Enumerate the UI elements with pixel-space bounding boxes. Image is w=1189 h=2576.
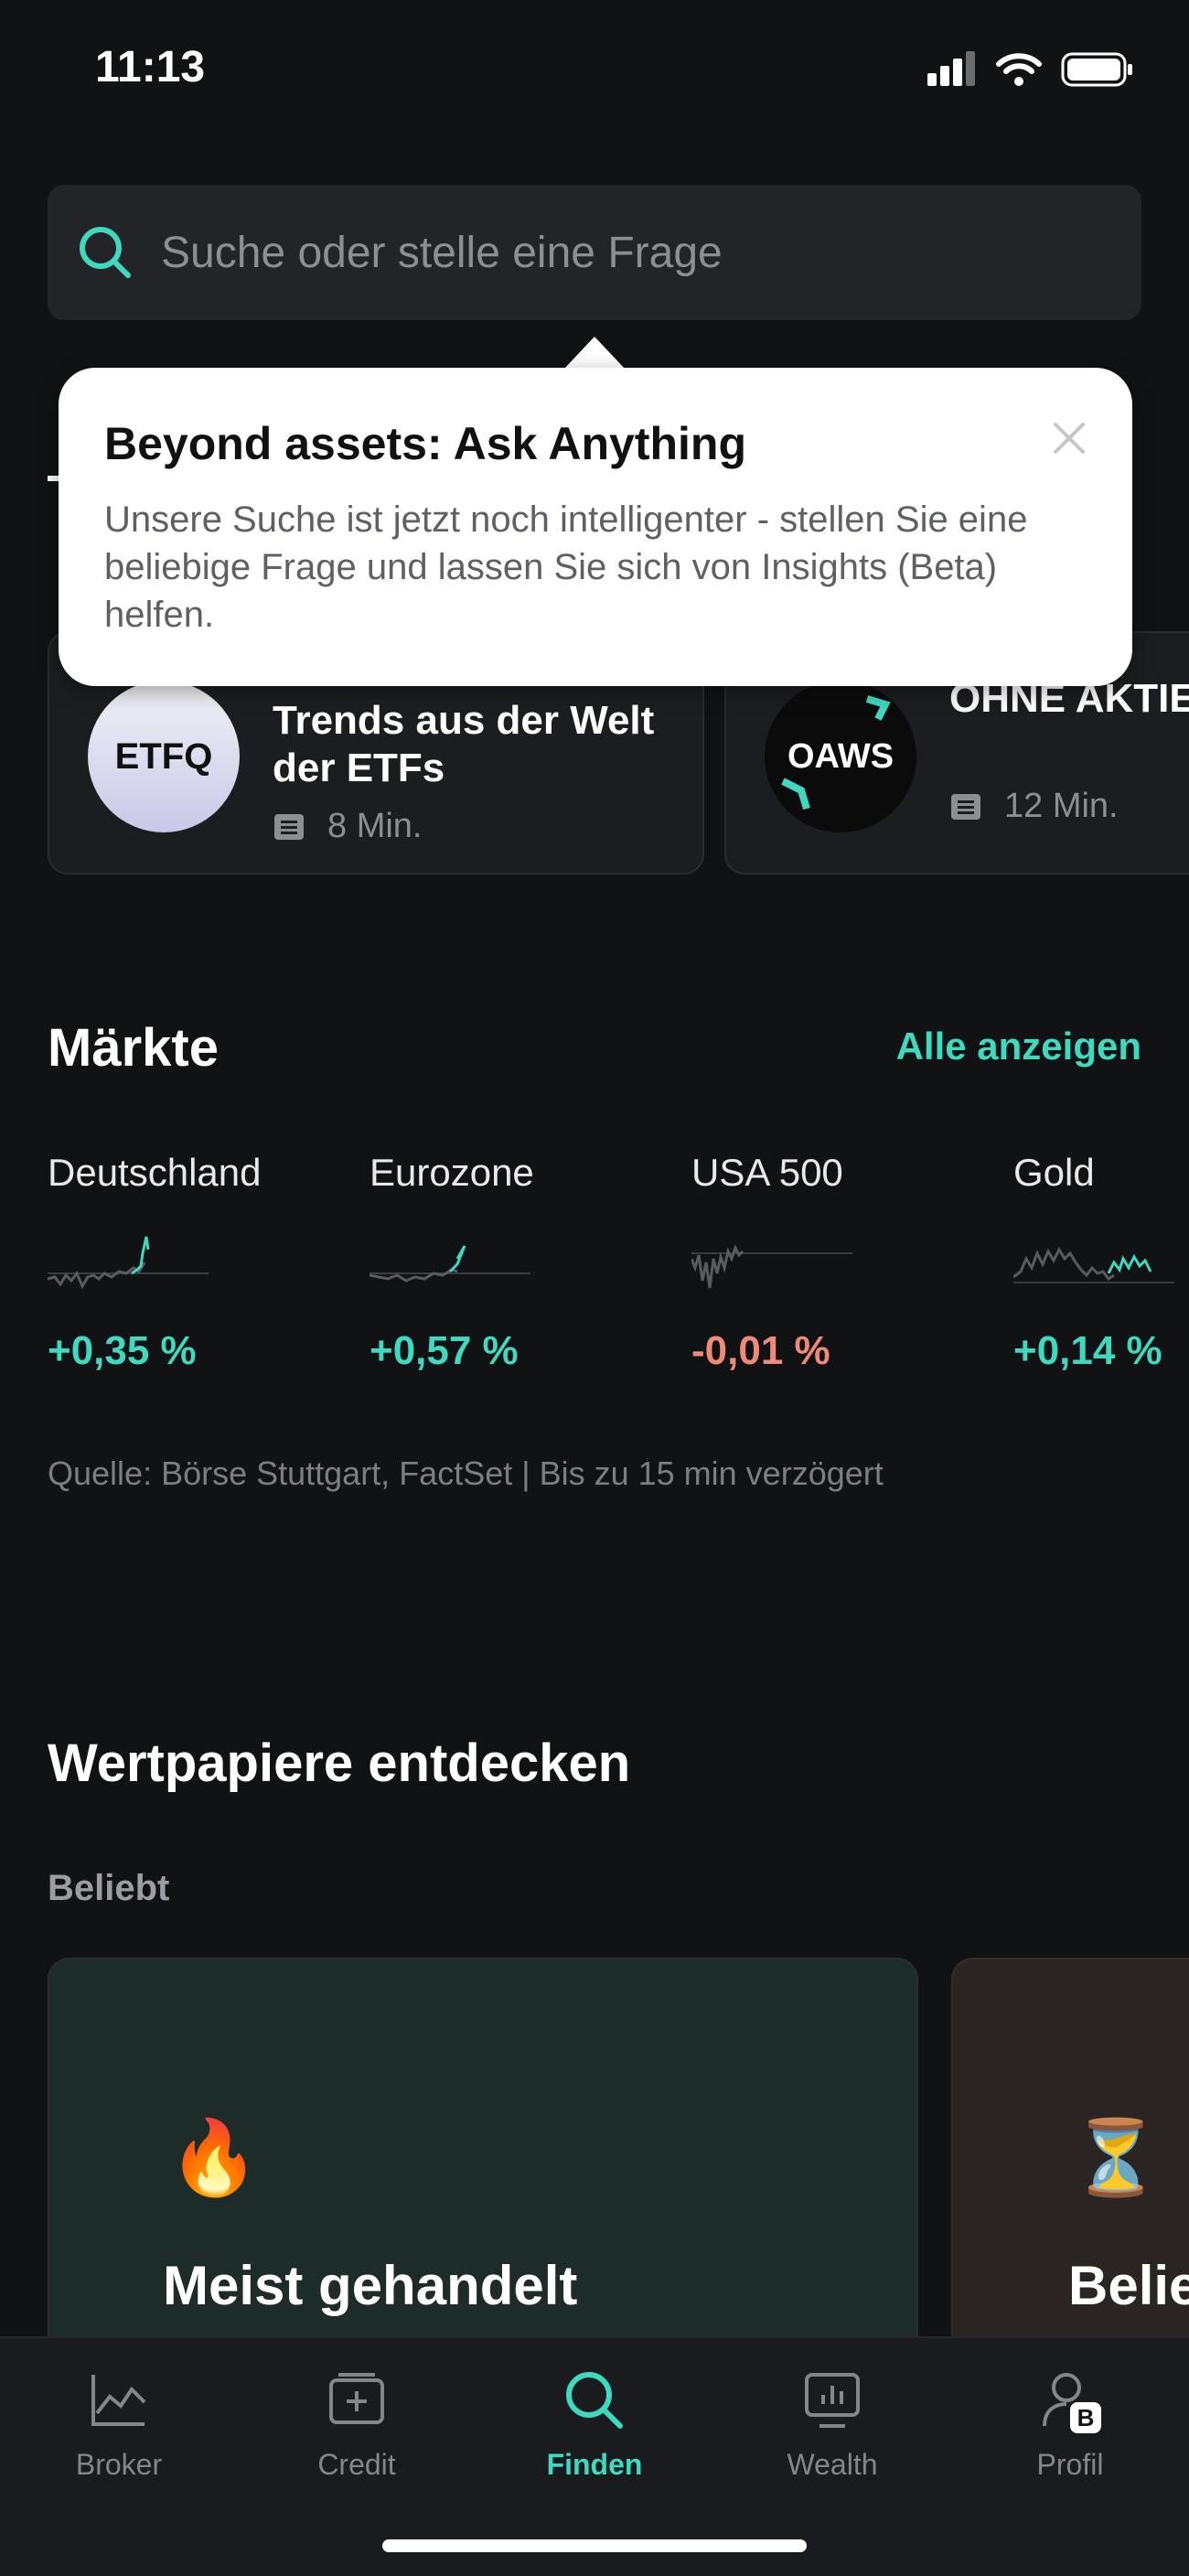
podcast-logo: ETFQ (88, 681, 240, 832)
market-name: Eurozone (370, 1151, 534, 1194)
market-item-deutschland[interactable]: Deutschland +0,35 % (48, 1151, 322, 1374)
wealth-chart-icon (805, 2373, 860, 2428)
market-sparkline (1013, 1246, 1174, 1283)
tab-wealth[interactable]: Wealth (732, 2366, 933, 2482)
podcast-duration: 8 Min. (327, 807, 423, 845)
signal-icon (927, 51, 975, 86)
chart-line-icon (91, 2375, 146, 2426)
market-sparkline (48, 1236, 209, 1290)
discover-subtitle: Beliebt (48, 1868, 170, 1908)
discover-card-title: Meist gehandelt (163, 2255, 578, 2316)
podcast-logo: OAWS (765, 681, 916, 832)
svg-text:B: B (1077, 2404, 1095, 2431)
podcast-title: Trends aus der Welt der ETFs (273, 698, 655, 790)
podcast-logo-accent (781, 695, 891, 810)
market-item-usa-500[interactable]: USA 500 -0,01 % (691, 1151, 966, 1374)
market-change: +0,14 % (1013, 1328, 1162, 1373)
tooltip-title: Beyond assets: Ask Anything (104, 418, 747, 469)
credit-card-icon (329, 2373, 384, 2424)
article-icon (274, 813, 304, 840)
tooltip-arrow (563, 337, 626, 370)
wifi-icon (996, 53, 1042, 86)
market-item-eurozone[interactable]: Eurozone +0,57 % (370, 1151, 644, 1374)
tab-label: Finden (546, 2448, 643, 2481)
tab-finden[interactable]: Finden (494, 2366, 695, 2482)
close-icon[interactable] (1052, 421, 1087, 456)
podcast-meta: 8 Min. (273, 807, 422, 846)
market-sparkline (370, 1245, 530, 1283)
profile-icon: B (1043, 2373, 1101, 2433)
article-icon (951, 793, 980, 820)
podcast-meta: 12 Min. (949, 787, 1119, 826)
status-time: 11:13 (95, 43, 206, 91)
battery-icon (1061, 52, 1132, 87)
search-icon (80, 227, 131, 278)
market-name: Deutschland (48, 1151, 262, 1194)
market-change: +0,57 % (370, 1328, 519, 1373)
search-bar[interactable]: Suche oder stelle eine Frage (48, 185, 1141, 320)
status-icons (926, 51, 1134, 88)
search-icon (566, 2372, 623, 2429)
market-item-gold[interactable]: Gold +0,14 % (1013, 1151, 1189, 1374)
podcast-duration: 12 Min. (1004, 787, 1119, 825)
tab-label: Profil (1036, 2448, 1104, 2481)
market-change: -0,01 % (691, 1328, 830, 1373)
market-sparkline (691, 1244, 852, 1289)
discover-title: Wertpapiere entdecken (48, 1733, 631, 1793)
tab-profil[interactable]: B Profil (969, 2366, 1171, 2482)
markets-source-note: Quelle: Börse Stuttgart, FactSet | Bis z… (48, 1454, 884, 1492)
ask-anything-tooltip: Beyond assets: Ask Anything Unsere Suche… (59, 368, 1132, 686)
tab-label: Broker (75, 2448, 163, 2481)
discover-card-title: Belie (1068, 2255, 1189, 2316)
search-placeholder: Suche oder stelle eine Frage (161, 228, 723, 277)
fire-icon: 🔥 (168, 2117, 260, 2198)
tab-label: Credit (317, 2448, 396, 2481)
market-change: +0,35 % (48, 1328, 197, 1373)
market-name: USA 500 (691, 1151, 843, 1194)
tab-label: Wealth (787, 2448, 878, 2481)
markets-see-all-link[interactable]: Alle anzeigen (896, 1025, 1141, 1068)
home-indicator (382, 2539, 807, 2552)
markets-title: Märkte (48, 1018, 219, 1078)
tooltip-body: Unsere Suche ist jetzt noch intelligente… (104, 499, 1028, 635)
tab-credit[interactable]: Credit (256, 2366, 457, 2482)
hourglass-icon: ⏳ (1070, 2117, 1162, 2198)
market-name: Gold (1013, 1151, 1095, 1194)
tab-broker[interactable]: Broker (18, 2366, 220, 2482)
